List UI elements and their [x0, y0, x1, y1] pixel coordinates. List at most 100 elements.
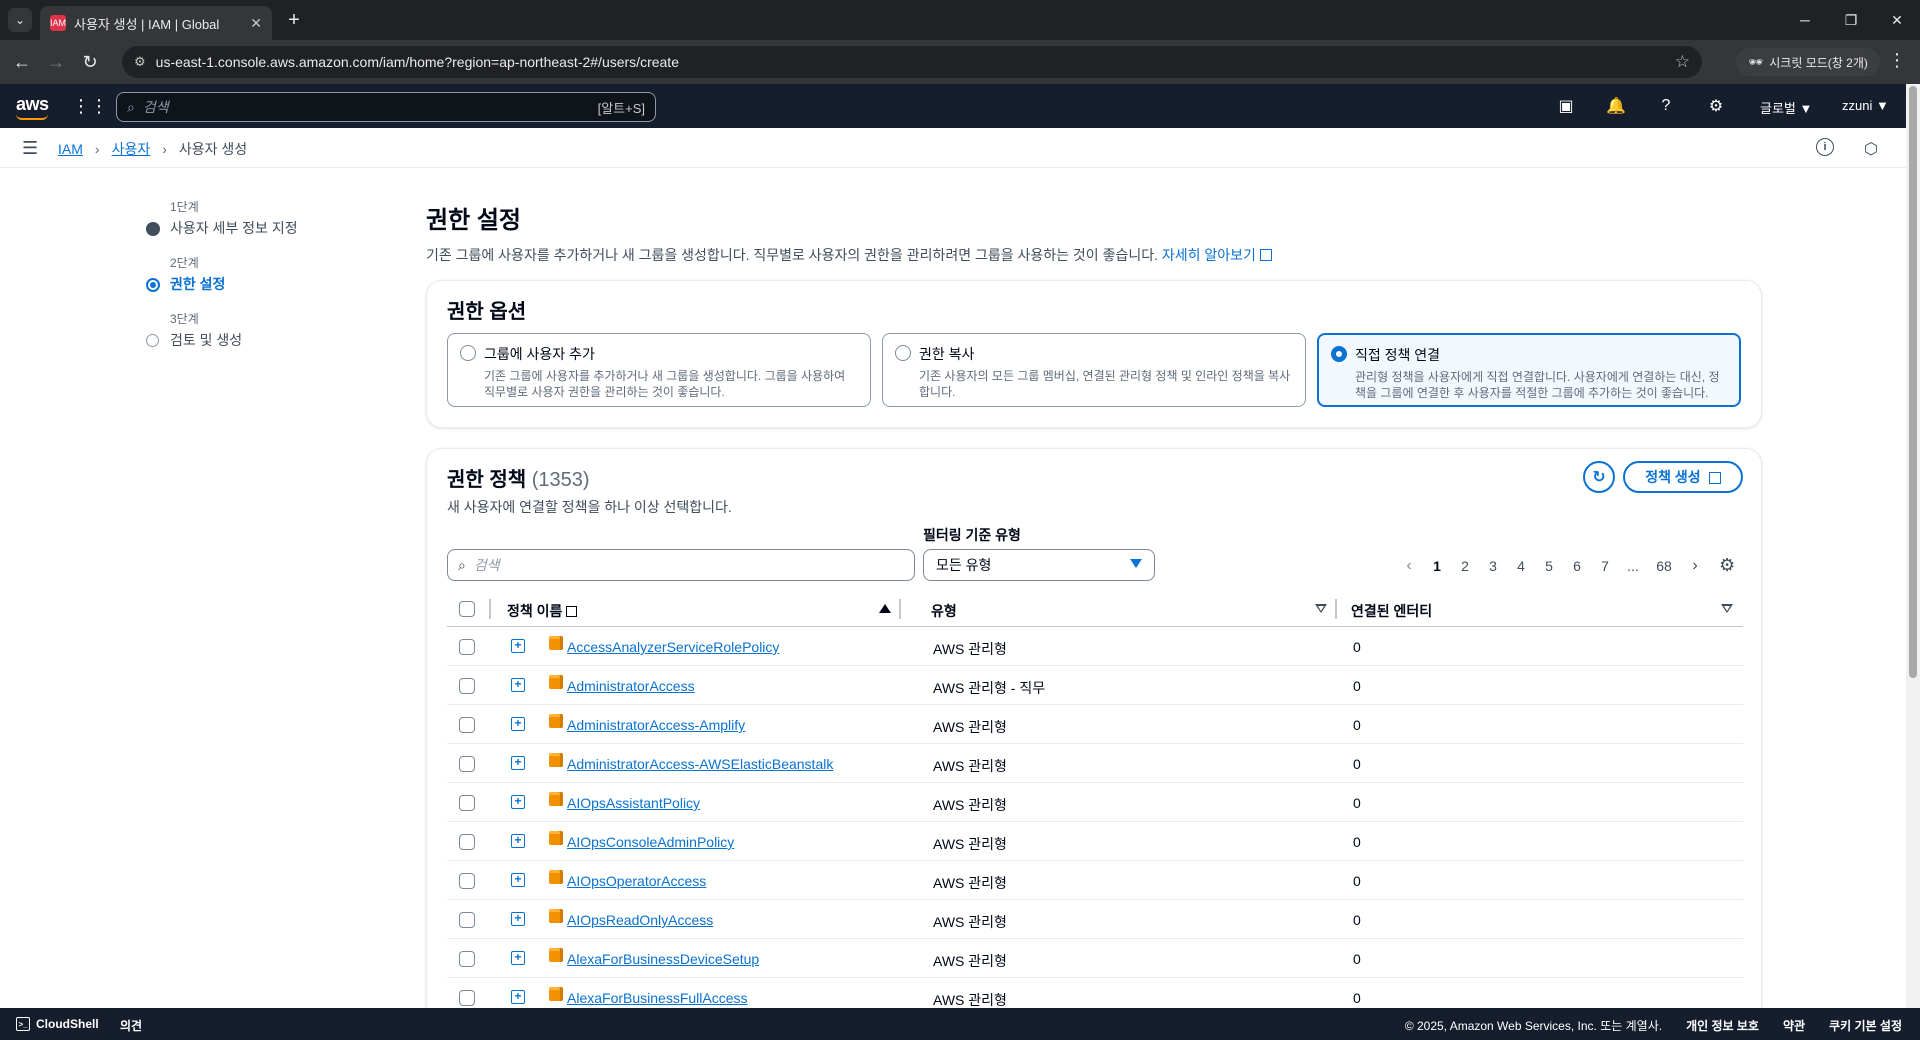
policy-name-link[interactable]: AccessAnalyzerServiceRolePolicy — [567, 639, 779, 655]
expand-row-icon[interactable]: + — [511, 678, 525, 692]
table-row[interactable]: + AdministratorAccess-Amplify AWS 관리형 0 — [447, 705, 1743, 744]
notifications-hex-icon[interactable]: ⬡ — [1864, 139, 1878, 159]
previous-page-icon[interactable]: ‹ — [1395, 557, 1423, 575]
sort-descending-icon[interactable] — [1721, 604, 1733, 613]
option-attach-policies[interactable]: 직접 정책 연결 관리형 정책을 사용자에게 직접 연결합니다. 사용자에게 연… — [1317, 333, 1741, 407]
policy-name-link[interactable]: AIOpsAssistantPolicy — [567, 795, 700, 811]
select-all-checkbox[interactable] — [459, 601, 475, 617]
page-6[interactable]: 6 — [1563, 558, 1591, 574]
bookmark-star-icon[interactable]: ☆ — [1675, 52, 1690, 72]
expand-row-icon[interactable]: + — [511, 951, 525, 965]
create-policy-button[interactable]: 정책 생성 — [1623, 461, 1743, 493]
radio-add-to-group[interactable] — [460, 345, 476, 361]
feedback-link[interactable]: 의견 — [120, 1017, 142, 1034]
row-checkbox[interactable] — [459, 756, 475, 772]
expand-row-icon[interactable]: + — [511, 990, 525, 1004]
column-divider[interactable] — [899, 599, 901, 619]
page-3[interactable]: 3 — [1479, 558, 1507, 574]
breadcrumb-users[interactable]: 사용자 — [112, 139, 151, 159]
services-grid-icon[interactable]: ⋮⋮ — [72, 96, 108, 116]
expand-row-icon[interactable]: + — [511, 795, 525, 809]
expand-row-icon[interactable]: + — [511, 639, 525, 653]
table-row[interactable]: + AdministratorAccess-AWSElasticBeanstalk… — [447, 744, 1743, 783]
type-filter-select[interactable]: 모든 유형 — [923, 549, 1155, 581]
region-selector[interactable]: 글로벌 ▼ — [1760, 98, 1812, 117]
table-row[interactable]: + AIOpsAssistantPolicy AWS 관리형 0 — [447, 783, 1743, 822]
expand-row-icon[interactable]: + — [511, 834, 525, 848]
page-1[interactable]: 1 — [1423, 558, 1451, 574]
sort-ascending-icon[interactable] — [879, 604, 891, 613]
account-menu[interactable]: zzuni ▼ — [1842, 98, 1889, 113]
expand-row-icon[interactable]: + — [511, 873, 525, 887]
cloudshell-button[interactable]: >_ CloudShell — [16, 1017, 99, 1031]
column-divider[interactable] — [1335, 599, 1337, 619]
radio-copy-permissions[interactable] — [895, 345, 911, 361]
tab-search-icon[interactable]: ⌄ — [8, 8, 32, 32]
page-7[interactable]: 7 — [1591, 558, 1619, 574]
policy-name-link[interactable]: AdministratorAccess — [567, 678, 695, 694]
policy-name-link[interactable]: AIOpsConsoleAdminPolicy — [567, 834, 734, 850]
address-bar[interactable]: ⚙ us-east-1.console.aws.amazon.com/iam/h… — [122, 46, 1702, 78]
cloudshell-icon[interactable]: ▣ — [1556, 96, 1576, 116]
policy-name-link[interactable]: AdministratorAccess-AWSElasticBeanstalk — [567, 756, 833, 772]
back-icon[interactable]: ← — [10, 50, 34, 74]
restore-icon[interactable]: ❐ — [1828, 0, 1874, 40]
policy-name-link[interactable]: AIOpsOperatorAccess — [567, 873, 706, 889]
site-info-icon[interactable]: ⚙ — [134, 54, 146, 70]
row-checkbox[interactable] — [459, 990, 475, 1006]
page-68[interactable]: 68 — [1647, 558, 1681, 574]
next-page-icon[interactable]: › — [1681, 557, 1709, 575]
page-scrollbar[interactable] — [1906, 84, 1920, 1008]
scrollbar-thumb[interactable] — [1909, 86, 1917, 678]
console-search[interactable]: ⌕ 검색 [알트+S] — [116, 92, 656, 122]
forward-icon[interactable]: → — [44, 50, 68, 74]
breadcrumb-iam[interactable]: IAM — [58, 141, 83, 157]
policy-name-link[interactable]: AlexaForBusinessFullAccess — [567, 990, 748, 1006]
policy-search-input[interactable]: ⌕ 검색 — [447, 549, 915, 581]
page-5[interactable]: 5 — [1535, 558, 1563, 574]
column-header-name[interactable]: 정책 이름 — [507, 601, 578, 621]
radio-attach-policies[interactable] — [1331, 346, 1347, 362]
close-tab-icon[interactable]: ✕ — [250, 15, 262, 32]
aws-logo[interactable]: aws — [16, 94, 49, 120]
table-row[interactable]: + AlexaForBusinessDeviceSetup AWS 관리형 0 — [447, 939, 1743, 978]
browser-tab[interactable]: IAM 사용자 생성 | IAM | Global ✕ — [40, 6, 272, 40]
sort-descending-icon[interactable] — [1315, 604, 1327, 613]
terms-link[interactable]: 약관 — [1783, 1017, 1805, 1034]
column-header-entities[interactable]: 연결된 엔터티 — [1351, 601, 1432, 621]
policy-name-link[interactable]: AdministratorAccess-Amplify — [567, 717, 745, 733]
column-header-type[interactable]: 유형 — [931, 601, 957, 621]
expand-row-icon[interactable]: + — [511, 912, 525, 926]
incognito-badge[interactable]: 🕶 시크릿 모드(창 2개) — [1736, 48, 1880, 76]
learn-more-link[interactable]: 자세히 알아보기 — [1162, 247, 1272, 263]
table-row[interactable]: + AccessAnalyzerServiceRolePolicy AWS 관리형 0 — [447, 627, 1743, 666]
table-row[interactable]: + AdministratorAccess AWS 관리형 - 직무 0 — [447, 666, 1743, 705]
policy-name-link[interactable]: AIOpsReadOnlyAccess — [567, 912, 713, 928]
browser-menu-icon[interactable]: ⋮ — [1888, 50, 1906, 71]
expand-row-icon[interactable]: + — [511, 717, 525, 731]
row-checkbox[interactable] — [459, 873, 475, 889]
settings-gear-icon[interactable]: ⚙ — [1706, 96, 1726, 116]
row-checkbox[interactable] — [459, 678, 475, 694]
notifications-bell-icon[interactable]: 🔔 — [1606, 96, 1626, 116]
table-row[interactable]: + AIOpsConsoleAdminPolicy AWS 관리형 0 — [447, 822, 1743, 861]
option-add-to-group[interactable]: 그룹에 사용자 추가 기존 그룹에 사용자를 추가하거나 새 그룹을 생성합니다… — [447, 333, 871, 407]
page-2[interactable]: 2 — [1451, 558, 1479, 574]
policy-name-link[interactable]: AlexaForBusinessDeviceSetup — [567, 951, 759, 967]
row-checkbox[interactable] — [459, 795, 475, 811]
minimize-icon[interactable]: ─ — [1782, 0, 1828, 40]
table-row[interactable]: + AIOpsOperatorAccess AWS 관리형 0 — [447, 861, 1743, 900]
url-text[interactable]: us-east-1.console.aws.amazon.com/iam/hom… — [156, 54, 679, 70]
privacy-link[interactable]: 개인 정보 보호 — [1686, 1017, 1759, 1034]
row-checkbox[interactable] — [459, 717, 475, 733]
close-window-icon[interactable]: ✕ — [1874, 0, 1920, 40]
side-nav-menu-icon[interactable]: ☰ — [22, 138, 38, 159]
page-4[interactable]: 4 — [1507, 558, 1535, 574]
row-checkbox[interactable] — [459, 912, 475, 928]
row-checkbox[interactable] — [459, 834, 475, 850]
table-preferences-gear-icon[interactable]: ⚙ — [1719, 555, 1735, 576]
reload-icon[interactable]: ↻ — [78, 50, 102, 74]
row-checkbox[interactable] — [459, 639, 475, 655]
option-copy-permissions[interactable]: 권한 복사 기존 사용자의 모든 그룹 멤버십, 연결된 관리형 정책 및 인라… — [882, 333, 1306, 407]
help-icon[interactable]: ? — [1656, 96, 1676, 116]
